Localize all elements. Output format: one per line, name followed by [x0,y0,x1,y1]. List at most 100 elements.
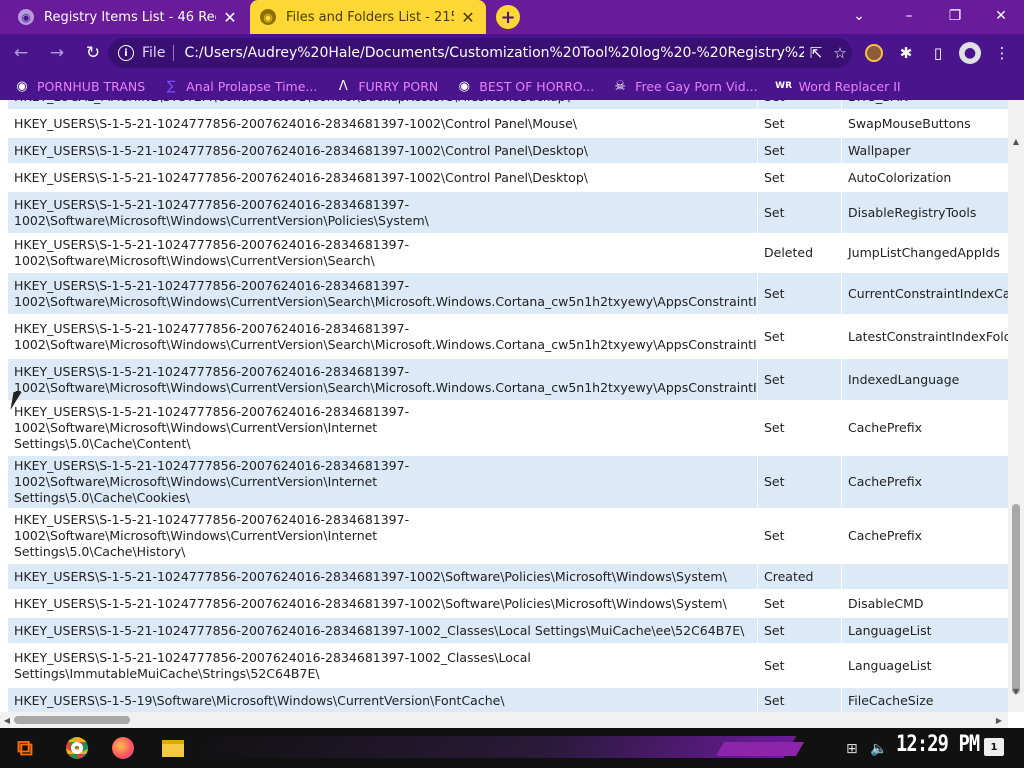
registry-operation-cell: Set [757,618,841,643]
wr-icon: WR [775,81,792,91]
profile-avatar[interactable]: ● [956,38,984,68]
scroll-right-icon[interactable]: ▶ [992,712,1006,728]
globe-icon: ◉ [16,78,28,94]
tab-registry-items[interactable]: ◉ Registry Items List - 46 Registry ✕ [8,0,248,34]
registry-value-name-cell: CurrentConstraintIndexCabPath [841,273,1008,314]
side-panel-icon[interactable]: ▯ [924,38,952,68]
bookmark-item[interactable]: Λ FURRY PORN [335,78,438,94]
share-icon[interactable]: ⇱ [804,44,828,62]
volume-icon[interactable]: 🔈 [870,738,887,760]
bookmark-label: FURRY PORN [358,78,439,94]
registry-operation-cell: Set [757,165,841,190]
registry-key-path-cell: HKEY_USERS\S-1-5-21-1024777856-200762401… [8,138,757,163]
registry-operation-cell: Set [757,402,841,454]
globe-icon: ◉ [18,9,34,25]
extensions-puzzle-icon[interactable]: ✱ [892,38,920,68]
extension-avatar-icon[interactable] [860,38,888,68]
scroll-left-icon[interactable]: ◀ [0,712,14,728]
minimize-button[interactable]: – [894,4,924,28]
start-icon[interactable]: ⧉ [10,734,40,762]
bookmark-item[interactable]: ◉ BEST OF HORRO... [456,78,595,94]
registry-key-path-cell: HKEY_USERS\S-1-5-21-1024777856-200762401… [8,165,757,190]
registry-value-name-cell: CachePrefix [841,456,1008,508]
registry-value-name-cell: IndexedLanguage [841,359,1008,400]
close-icon[interactable]: ✕ [222,8,238,27]
vertical-scrollbar[interactable]: ▲ ▼ [1008,100,1024,712]
back-button[interactable]: ← [6,38,36,68]
notifications-icon[interactable]: 1 [984,738,1004,756]
registry-key-path-cell: HKEY_USERS\S-1-5-21-1024777856-200762401… [8,235,757,271]
table-row: HKEY_USERS\S-1-5-21-1024777856-200762401… [8,402,1008,454]
registry-operation-cell: Set [757,456,841,508]
bookmark-item[interactable]: WR Word Replacer II [775,78,900,94]
scroll-up-icon[interactable]: ▲ [1008,134,1024,148]
registry-operation-cell: Set [757,273,841,314]
table-row: HKEY_USERS\S-1-5-21-1024777856-200762401… [8,165,1008,190]
url-scheme: File [142,45,166,61]
bookmark-item[interactable]: ∑ Anal Prolapse Time... [163,78,318,94]
registry-value-name-cell [841,564,1008,589]
close-window-button[interactable]: ✕ [986,4,1016,28]
table-row: HKEY_USERS\S-1-5-21-1024777856-200762401… [8,618,1008,643]
registry-value-name-cell: DisableRegistryTools [841,192,1008,233]
horizontal-scrollbar[interactable]: ◀ ▶ [0,712,1008,728]
clock[interactable]: 12:29 PM [896,732,980,757]
registry-operation-cell: Set [757,510,841,562]
table-row: HKEY_USERS\S-1-5-21-1024777856-200762401… [8,645,1008,686]
table-row: HKEY_USERS\S-1-5-21-1024777856-200762401… [8,138,1008,163]
bookmarks-bar: ◉ PORNHUB TRANS ∑ Anal Prolapse Time... … [0,72,1024,100]
registry-value-name-cell: LanguageList [841,618,1008,643]
globe-icon: ◉ [260,9,276,25]
registry-value-name-cell: JumpListChangedAppIds [841,235,1008,271]
restore-button[interactable]: ❐ [940,4,970,28]
chrome-icon[interactable] [62,734,92,762]
tab-title: Registry Items List - 46 Registry [44,9,216,25]
forward-button[interactable]: → [42,38,72,68]
scroll-down-icon[interactable]: ▼ [1008,684,1024,698]
taskbar-decoration [183,736,797,758]
tab-files-and-folders[interactable]: ◉ Files and Folders List - 215 Files ✕ [250,0,486,34]
star-icon[interactable]: ☆ [828,44,852,62]
scrollbar-thumb[interactable] [14,716,130,724]
chevron-down-icon[interactable]: ⌄ [844,4,874,28]
registry-value-name-cell: AutoColorization [841,165,1008,190]
registry-key-path-cell: HKEY_USERS\S-1-5-21-1024777856-200762401… [8,273,757,314]
menu-kebab-icon[interactable]: ⋮ [988,38,1016,68]
bookmark-icon: ∑ [166,78,176,94]
taskbar-decoration [715,742,805,756]
registry-value-name-cell: LanguageList [841,645,1008,686]
table-row: HKEY_USERS\S-1-5-21-1024777856-200762401… [8,510,1008,562]
reload-button[interactable]: ↻ [78,38,108,68]
file-explorer-icon[interactable] [158,734,188,762]
info-icon[interactable]: i [118,45,134,61]
registry-key-path-cell: HKEY_USERS\S-1-5-21-1024777856-200762401… [8,618,757,643]
url-text[interactable]: C:/Users/Audrey%20Hale/Documents/Customi… [184,45,804,61]
registry-operation-cell: Set [757,591,841,616]
tab-strip: ◉ Registry Items List - 46 Registry ✕ ◉ … [0,0,1024,34]
scrollbar-thumb[interactable] [1012,504,1020,694]
firefox-icon[interactable] [108,734,138,762]
tab-title: Files and Folders List - 215 Files [286,9,454,25]
table-row: HKEY_USERS\S-1-5-21-1024777856-200762401… [8,591,1008,616]
registry-operation-cell: Set [757,192,841,233]
close-icon[interactable]: ✕ [460,8,476,27]
registry-operation-cell: Set [757,100,841,109]
bookmark-item[interactable]: ◉ PORNHUB TRANS [14,78,145,94]
registry-operation-cell: Set [757,316,841,357]
registry-operation-cell: Set [757,138,841,163]
registry-key-path-cell: HKEY_USERS\S-1-5-19\Software\Microsoft\W… [8,688,757,712]
new-tab-button[interactable]: + [496,5,520,29]
bookmark-label: Anal Prolapse Time... [186,78,318,94]
bookmark-item[interactable]: ☠ Free Gay Porn Vid... [612,78,757,94]
registry-value-name-cell: DisableCMD [841,591,1008,616]
table-row: HKEY_USERS\S-1-5-21-1024777856-200762401… [8,235,1008,271]
registry-key-path-cell: HKEY_USERS\S-1-5-21-1024777856-200762401… [8,402,757,454]
network-icon[interactable]: ⊞ [846,738,858,760]
skull-icon: ☠ [614,78,626,94]
registry-key-path-cell: HKEY_USERS\S-1-5-21-1024777856-200762401… [8,192,757,233]
address-bar[interactable]: i File C:/Users/Audrey%20Hale/Documents/… [108,38,852,68]
bookmark-label: PORNHUB TRANS [37,78,146,94]
registry-key-path-cell: HKEY_USERS\S-1-5-21-1024777856-200762401… [8,564,757,589]
registry-operation-cell: Created [757,564,841,589]
table-row: HKEY_USERS\S-1-5-21-1024777856-200762401… [8,564,1008,589]
